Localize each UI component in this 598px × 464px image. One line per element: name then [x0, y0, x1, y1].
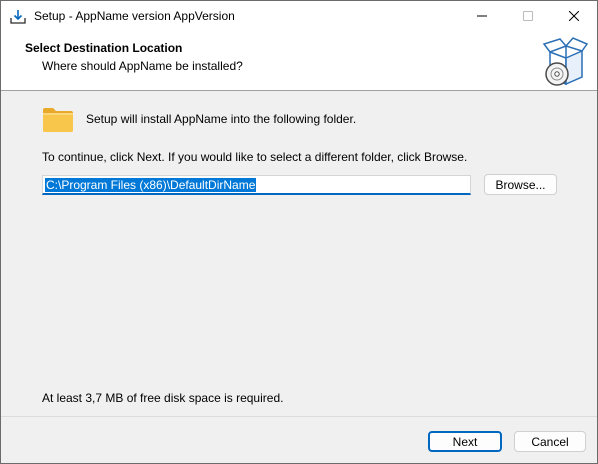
- next-button[interactable]: Next: [428, 431, 502, 452]
- folder-icon: [42, 107, 74, 133]
- footer-divider: [1, 416, 597, 417]
- close-icon: [568, 10, 580, 24]
- setup-install-icon: [9, 8, 27, 26]
- maximize-icon: [523, 10, 533, 24]
- window-title: Setup - AppName version AppVersion: [34, 9, 235, 23]
- instruction-text: To continue, click Next. If you would li…: [42, 150, 468, 164]
- minimize-icon: [477, 10, 487, 24]
- software-box-disc-icon: [540, 36, 590, 88]
- page-subtitle: Where should AppName be installed?: [42, 59, 243, 73]
- minimize-button[interactable]: [459, 1, 505, 32]
- path-value: C:\Program Files (x86)\DefaultDirName: [45, 178, 257, 192]
- disk-space-text: At least 3,7 MB of free disk space is re…: [42, 391, 284, 405]
- maximize-button: [505, 1, 551, 32]
- install-intro-text: Setup will install AppName into the foll…: [86, 112, 357, 126]
- close-button[interactable]: [551, 1, 597, 32]
- title-bar[interactable]: Setup - AppName version AppVersion: [1, 1, 597, 32]
- page-title: Select Destination Location: [25, 41, 183, 55]
- setup-window: Setup - AppName version AppVersion Selec…: [0, 0, 598, 464]
- destination-path-input[interactable]: C:\Program Files (x86)\DefaultDirName: [42, 175, 471, 195]
- browse-button[interactable]: Browse...: [484, 174, 557, 195]
- cancel-button[interactable]: Cancel: [514, 431, 586, 452]
- wizard-header: Select Destination Location Where should…: [1, 32, 597, 91]
